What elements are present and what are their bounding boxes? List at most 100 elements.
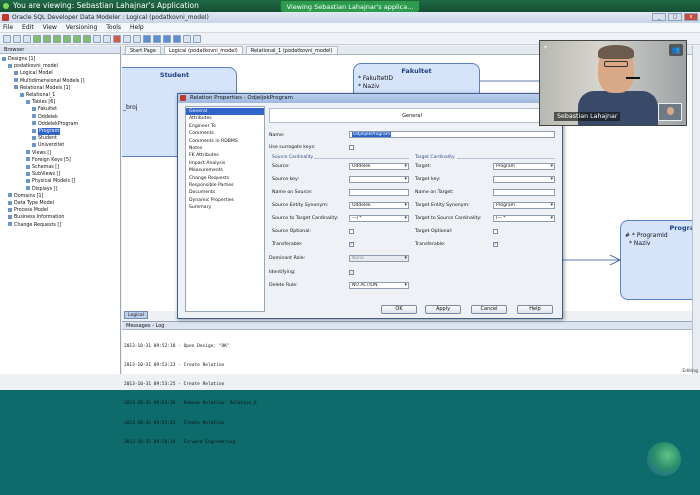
source-optional-checkbox[interactable]	[349, 229, 354, 234]
menu-file[interactable]: File	[3, 23, 13, 32]
tree-item[interactable]: Tables [6]	[2, 99, 120, 106]
menu-help[interactable]: Help	[130, 23, 144, 32]
nav-item-notes[interactable]: Notes	[186, 145, 264, 152]
nav-item-responsible-parties[interactable]: Responsible Parties	[186, 182, 264, 189]
nav-item-measurements[interactable]: Measurements	[186, 167, 264, 174]
target-transferable-checkbox[interactable]: ✓	[493, 242, 498, 247]
nav-item-documents[interactable]: Documents	[186, 189, 264, 196]
ok-button[interactable]: OK	[381, 305, 417, 314]
zoom-out-icon[interactable]	[153, 34, 161, 43]
new-icon[interactable]	[3, 34, 11, 43]
arrow-green-icon[interactable]	[63, 34, 71, 43]
tree-item[interactable]: Displays []	[2, 186, 120, 193]
video-feed[interactable]: ▾ 👥 Sebastian Lahajnar	[539, 40, 687, 126]
tree-item[interactable]: Data Type Model	[2, 200, 120, 207]
nav-item-attributes[interactable]: Attributes	[186, 115, 264, 122]
tree-item[interactable]: OddelekProgram	[2, 121, 120, 128]
menu-edit[interactable]: Edit	[22, 23, 34, 32]
tree-item[interactable]: Change Requests []	[2, 222, 120, 229]
tree-item-label: Fakultet	[38, 107, 57, 113]
name-input[interactable]: OdjeljekProgram	[349, 131, 555, 138]
target-key-select[interactable]	[493, 176, 555, 183]
nav-item-dynamic-properties[interactable]: Dynamic Properties	[186, 197, 264, 204]
tree-item[interactable]: Univerzitet	[2, 142, 120, 149]
nav-item-engineer-to[interactable]: Engineer To	[186, 123, 264, 130]
tab-start-page[interactable]: Start Page	[125, 46, 161, 54]
tree-item[interactable]: Program	[2, 128, 120, 136]
target-synonym-select[interactable]: Program	[493, 202, 555, 209]
source-key-select[interactable]	[349, 176, 409, 183]
target-cardinality-select[interactable]: I— *	[493, 215, 555, 222]
menu-versioning[interactable]: Versioning	[66, 23, 97, 32]
nav-item-comments-rdbms[interactable]: Comments in RDBMS	[186, 138, 264, 145]
target-optional-checkbox[interactable]	[493, 229, 498, 234]
tab-logical[interactable]: Logical (podatkovni_model)	[163, 46, 243, 54]
source-select[interactable]: Oddelek	[349, 163, 409, 170]
tree-item[interactable]: Oddelek	[2, 114, 120, 121]
delete-icon[interactable]	[113, 34, 121, 43]
target-select[interactable]: Program	[493, 163, 555, 170]
source-cardinality-select[interactable]: —I *	[349, 215, 409, 222]
tree-item[interactable]: Designs [1]	[2, 56, 120, 63]
open-icon[interactable]	[13, 34, 21, 43]
nav-item-comments[interactable]: Comments	[186, 130, 264, 137]
identifying-checkbox[interactable]	[349, 270, 354, 275]
tree-item[interactable]: Business Information	[2, 214, 120, 221]
arrow-green-icon[interactable]	[83, 34, 91, 43]
tree-item[interactable]: Student	[2, 135, 120, 142]
nav-item-general[interactable]: General	[186, 108, 264, 116]
nav-item-change-requests[interactable]: Change Requests	[186, 175, 264, 182]
zoom-in-icon[interactable]	[143, 34, 151, 43]
tab-relational[interactable]: Relational_1 (podatkovni_model)	[245, 46, 338, 54]
print-icon[interactable]	[193, 34, 201, 43]
participants-icon[interactable]: 👥	[669, 44, 683, 56]
paste-icon[interactable]	[103, 34, 111, 43]
name-on-target-input[interactable]	[493, 189, 555, 196]
maximize-button[interactable]: □	[668, 13, 682, 21]
arrow-green-icon[interactable]	[33, 34, 41, 43]
nav-item-summary[interactable]: Summary	[186, 204, 264, 211]
tree-item[interactable]: Logical Model	[2, 70, 120, 77]
copy-icon[interactable]	[93, 34, 101, 43]
zoom-icon[interactable]	[173, 34, 181, 43]
tree-item[interactable]: Physical Models []	[2, 178, 120, 185]
fit-icon[interactable]	[163, 34, 171, 43]
help-button[interactable]: Help	[517, 305, 553, 314]
save-icon[interactable]	[23, 34, 31, 43]
tree-item[interactable]: Domains [1]	[2, 193, 120, 200]
surrogate-checkbox[interactable]	[349, 145, 354, 150]
undo-icon[interactable]	[123, 34, 131, 43]
delete-rule-select[interactable]: NO ACTION	[349, 282, 409, 289]
right-side-strip[interactable]	[692, 46, 700, 374]
tree-item[interactable]: SubViews []	[2, 171, 120, 178]
menu-view[interactable]: View	[43, 23, 57, 32]
nav-item-fk-attributes[interactable]: FK Attributes	[186, 152, 264, 159]
menu-tools[interactable]: Tools	[106, 23, 121, 32]
name-on-source-input[interactable]	[349, 189, 409, 196]
cancel-button[interactable]: Cancel	[471, 305, 507, 314]
settings-icon[interactable]	[183, 34, 191, 43]
arrow-green-icon[interactable]	[73, 34, 81, 43]
chevron-down-icon[interactable]: ▾	[544, 44, 547, 51]
apply-button[interactable]: Apply	[425, 305, 461, 314]
tree-item[interactable]: Process Model	[2, 207, 120, 214]
minimize-button[interactable]: _	[652, 13, 666, 21]
tree-item[interactable]: Schemas []	[2, 164, 120, 171]
tree-item[interactable]: Relational_1	[2, 92, 120, 99]
tab-logical-bottom[interactable]: Logical	[124, 311, 148, 319]
close-button[interactable]: x	[684, 13, 698, 21]
tree-item[interactable]: Views []	[2, 150, 120, 157]
nav-item-impact-analysis[interactable]: Impact Analysis	[186, 160, 264, 167]
tree-item[interactable]: Fakultet	[2, 106, 120, 113]
redo-icon[interactable]	[133, 34, 141, 43]
source-transferable-checkbox[interactable]: ✓	[349, 242, 354, 247]
tree-item[interactable]: Relational Models [1]	[2, 85, 120, 92]
tree-item[interactable]: Foreign Keys [5]	[2, 157, 120, 164]
source-synonym-select[interactable]: Oddelek	[349, 202, 409, 209]
tree-item[interactable]: Multidimensional Models []	[2, 78, 120, 85]
arrow-green-icon[interactable]	[53, 34, 61, 43]
dominant-role-select[interactable]: None	[349, 255, 409, 262]
tree-item[interactable]: podatkovni_model	[2, 63, 120, 70]
arrow-green-icon[interactable]	[43, 34, 51, 43]
tree-item-label: Data Type Model	[14, 201, 54, 207]
